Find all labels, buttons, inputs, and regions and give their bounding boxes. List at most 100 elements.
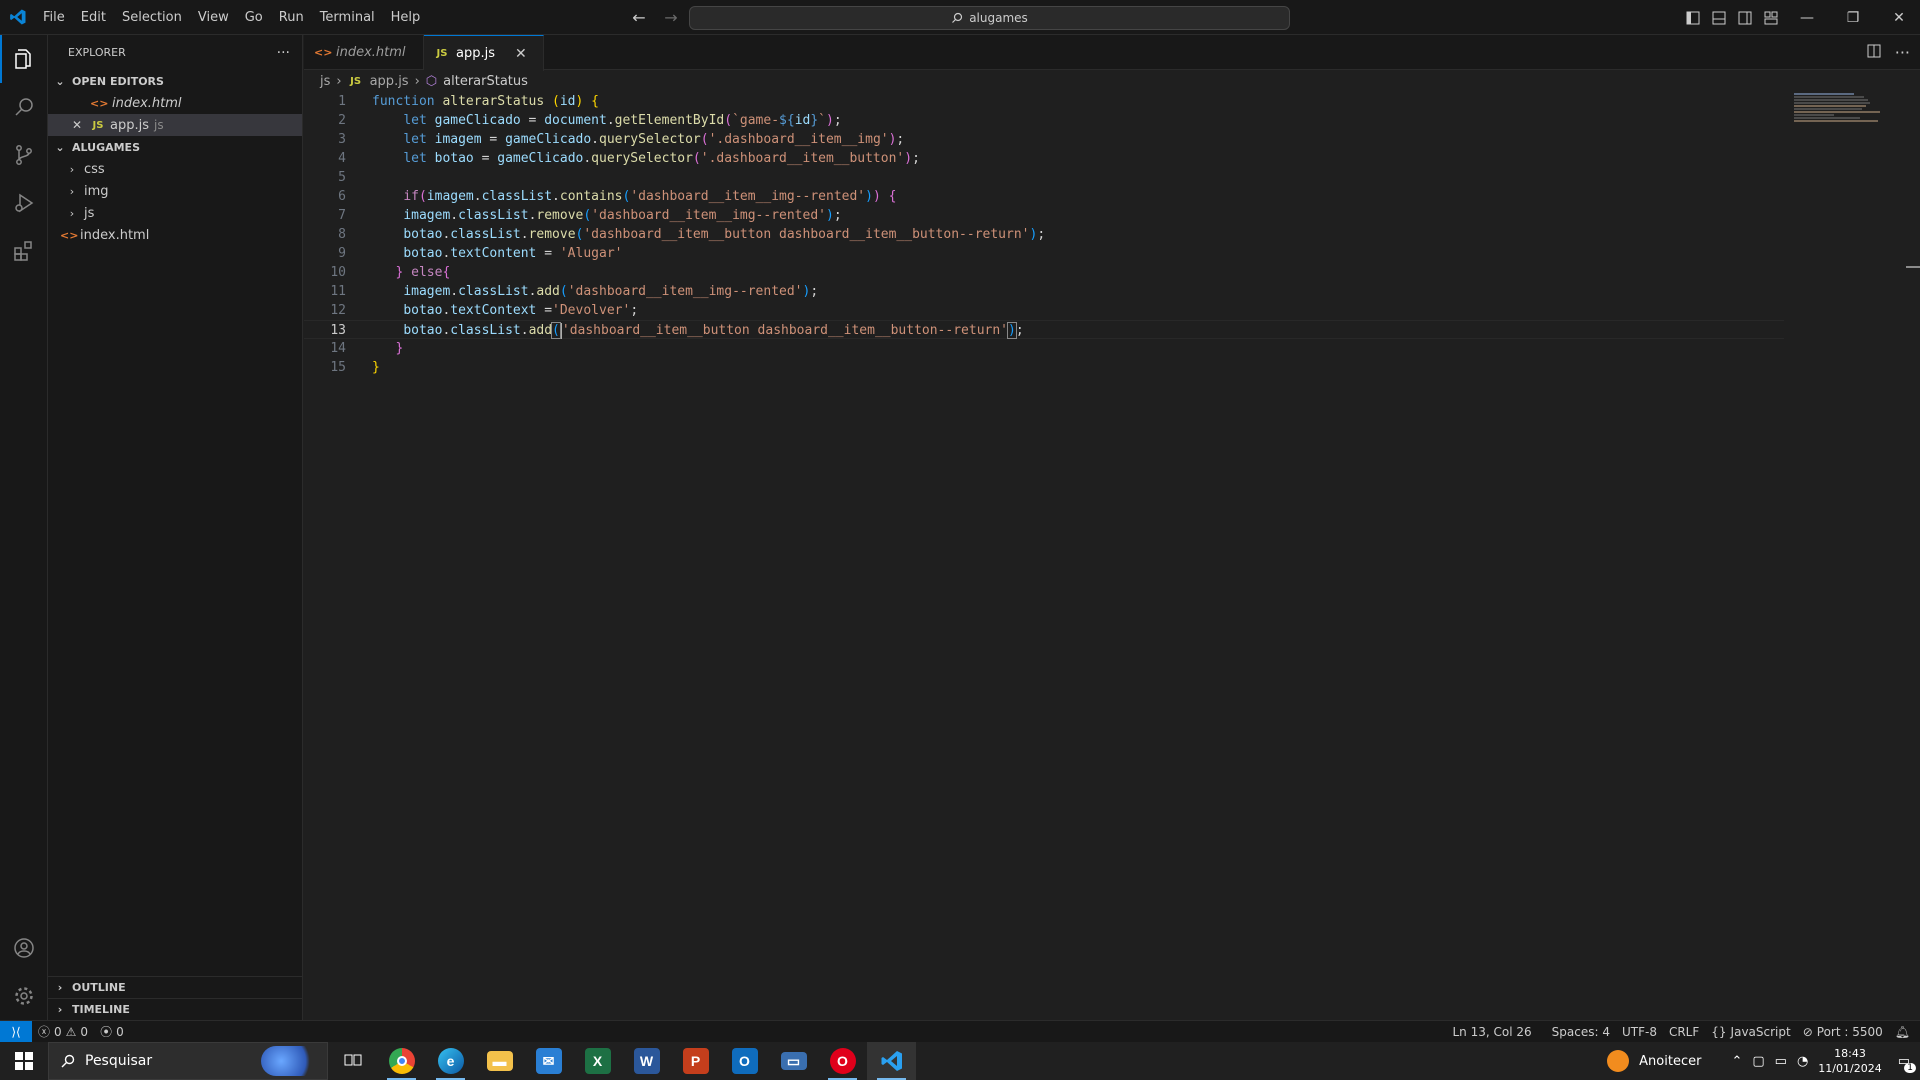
windows-start-icon[interactable] [0,1042,48,1080]
file-explorer-icon[interactable]: ▬ [475,1042,524,1080]
battery-icon[interactable]: ▭ [1775,1054,1787,1069]
line-number: 6 [338,189,346,204]
language-mode[interactable]: {} JavaScript [1705,1025,1796,1039]
accounts-icon[interactable] [0,924,48,972]
back-arrow-icon[interactable]: ← [628,8,650,27]
outlook-icon[interactable]: O [720,1042,769,1080]
ports-count: 0 [116,1024,124,1039]
close-window-button[interactable]: ✕ [1876,0,1920,35]
edge-icon[interactable]: e [426,1042,475,1080]
menu-terminal[interactable]: Terminal [312,0,383,35]
chevron-right-icon: › [57,1003,63,1016]
tab-index-html[interactable]: <> index.html [304,35,424,70]
windows-taskbar: Pesquisar e ▬ ✉ X W P O ▭ O Anoitecer ⌃ … [0,1042,1920,1080]
breadcrumb-folder[interactable]: js [320,74,330,89]
forward-arrow-icon[interactable]: → [660,8,682,27]
line-ending[interactable]: CRLF [1663,1025,1705,1039]
run-debug-icon[interactable] [0,179,48,227]
code-line: 12 botao.textContext ='Devolver'; [304,301,1784,320]
menu-help[interactable]: Help [383,0,429,35]
source-control-icon[interactable] [0,131,48,179]
encoding[interactable]: UTF-8 [1616,1025,1663,1039]
chevron-up-icon[interactable]: ⌃ [1731,1054,1742,1069]
chevron-right-icon: › [57,981,63,994]
menu-edit[interactable]: Edit [73,0,114,35]
chevron-right-icon: › [336,73,342,89]
line-number: 11 [330,284,346,299]
error-icon: ⓧ [38,1025,51,1039]
extensions-icon[interactable] [0,227,48,275]
menu-file[interactable]: File [35,0,73,35]
menu-view[interactable]: View [190,0,237,35]
manage-gear-icon[interactable] [0,972,48,1020]
open-editor-item[interactable]: ✕ JS app.js js [48,114,302,136]
more-actions-icon[interactable]: ··· [277,45,290,61]
cursor-position[interactable]: Ln 13, Col 26 [1447,1025,1538,1039]
minimize-button[interactable]: — [1784,0,1830,35]
taskbar-search[interactable]: Pesquisar [48,1042,328,1080]
timeline-header[interactable]: › TIMELINE [48,998,303,1020]
close-icon[interactable]: ✕ [72,118,88,132]
clock[interactable]: 18:43 11/01/2024 [1818,1046,1881,1076]
problems-status[interactable]: ⓧ 0 ⚠ 0 [32,1023,94,1040]
weather-label[interactable]: Anoitecer [1639,1054,1701,1069]
remote-icon[interactable]: ⟩⟨ [0,1020,32,1043]
command-center[interactable]: alugames [689,6,1290,30]
weather-icon[interactable] [1607,1050,1630,1072]
code-text: function alterarStatus (id) { [372,94,599,109]
more-actions-icon[interactable]: ··· [1895,43,1910,62]
chevron-right-icon: › [69,206,75,220]
restore-button[interactable]: ❐ [1830,0,1876,35]
close-icon[interactable]: ✕ [515,46,527,62]
code-line: 9 botao.textContent = 'Alugar' [304,244,1784,263]
task-view-icon[interactable] [328,1042,377,1080]
app-window-icon[interactable]: ▭ [769,1042,818,1080]
opera-icon[interactable]: O [818,1042,867,1080]
notifications-bell-icon[interactable]: 🔔︎ [1889,1025,1920,1039]
explorer-icon[interactable] [0,35,48,83]
minimap[interactable] [1794,92,1884,132]
tree-item-folder[interactable]: › js [48,202,302,224]
breadcrumb-symbol[interactable]: alterarStatus [443,74,528,89]
split-editor-icon[interactable] [1867,43,1881,62]
word-icon[interactable]: W [622,1042,671,1080]
menu-selection[interactable]: Selection [114,0,190,35]
live-server-port[interactable]: ⊘ Port : 5500 [1797,1025,1889,1039]
line-number: 13 [330,323,346,338]
indentation[interactable]: Spaces: 4 [1546,1025,1616,1039]
notification-center-icon[interactable]: ▭ 1 [1898,1054,1916,1073]
chrome-icon[interactable] [377,1042,426,1080]
breadcrumb-file[interactable]: app.js [370,74,409,89]
line-number: 5 [338,170,346,185]
menu-run[interactable]: Run [271,0,312,35]
meet-icon[interactable]: ▢ [1752,1054,1764,1069]
customize-layout-icon[interactable] [1758,0,1784,35]
line-number: 14 [330,341,346,356]
tab-app-js[interactable]: JS app.js ✕ [424,35,544,71]
menu-go[interactable]: Go [237,0,271,35]
powerpoint-icon[interactable]: P [671,1042,720,1080]
excel-icon[interactable]: X [573,1042,622,1080]
open-editors-header[interactable]: ⌄ OPEN EDITORS [48,70,302,92]
open-editor-item[interactable]: <> index.html [48,92,302,114]
wifi-icon[interactable]: ◔ [1797,1054,1808,1069]
code-editor[interactable]: 1 function alterarStatus (id) { 2 let gam… [304,92,1920,1020]
workspace-header[interactable]: ⌄ ALUGAMES [48,136,302,158]
code-text: imagem.classList.remove('dashboard__item… [403,208,842,223]
toggle-primary-sidebar-icon[interactable] [1680,0,1706,35]
ports-status[interactable]: ⦿ 0 [94,1023,130,1040]
search-icon[interactable] [0,83,48,131]
code-text: } [372,360,380,375]
outline-header[interactable]: › OUTLINE [48,976,303,998]
tree-item-folder[interactable]: › img [48,180,302,202]
chevron-right-icon: › [69,184,75,198]
vscode-taskbar-icon[interactable] [867,1042,916,1080]
scrollbar-marker[interactable] [1906,266,1920,268]
line-number: 9 [338,246,346,261]
tree-item-file[interactable]: <> index.html [48,224,302,246]
mail-icon[interactable]: ✉ [524,1042,573,1080]
toggle-secondary-sidebar-icon[interactable] [1732,0,1758,35]
tree-item-folder[interactable]: › css [48,158,302,180]
toggle-panel-icon[interactable] [1706,0,1732,35]
line-number: 1 [338,94,346,109]
